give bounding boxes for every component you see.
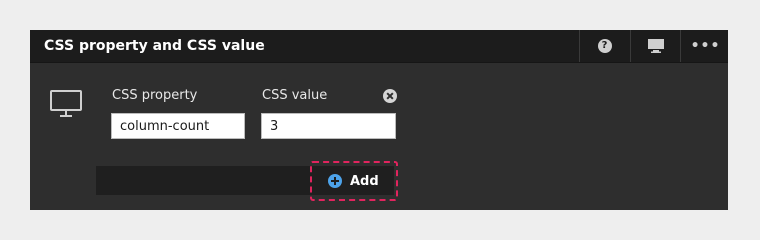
help-icon: ? [597, 39, 612, 53]
css-property-panel: CSS property and CSS value ? ••• CSS pro… [30, 30, 728, 210]
more-options-button[interactable]: ••• [680, 30, 730, 62]
css-value-label: CSS value [262, 88, 328, 103]
help-button[interactable]: ? [579, 30, 629, 62]
css-value-input[interactable] [261, 113, 396, 139]
more-icon: ••• [690, 38, 721, 54]
device-button[interactable] [630, 30, 680, 62]
monitor-icon [647, 39, 664, 53]
panel-header: CSS property and CSS value ? ••• [30, 30, 728, 63]
add-button-label: Add [350, 173, 379, 189]
monitor-icon [50, 90, 82, 117]
add-button[interactable]: Add [318, 167, 390, 195]
panel-title: CSS property and CSS value [44, 38, 265, 54]
css-property-label: CSS property [112, 88, 198, 103]
close-circle-icon[interactable] [383, 89, 397, 103]
plus-circle-icon [328, 174, 342, 188]
css-property-input[interactable] [111, 113, 245, 139]
